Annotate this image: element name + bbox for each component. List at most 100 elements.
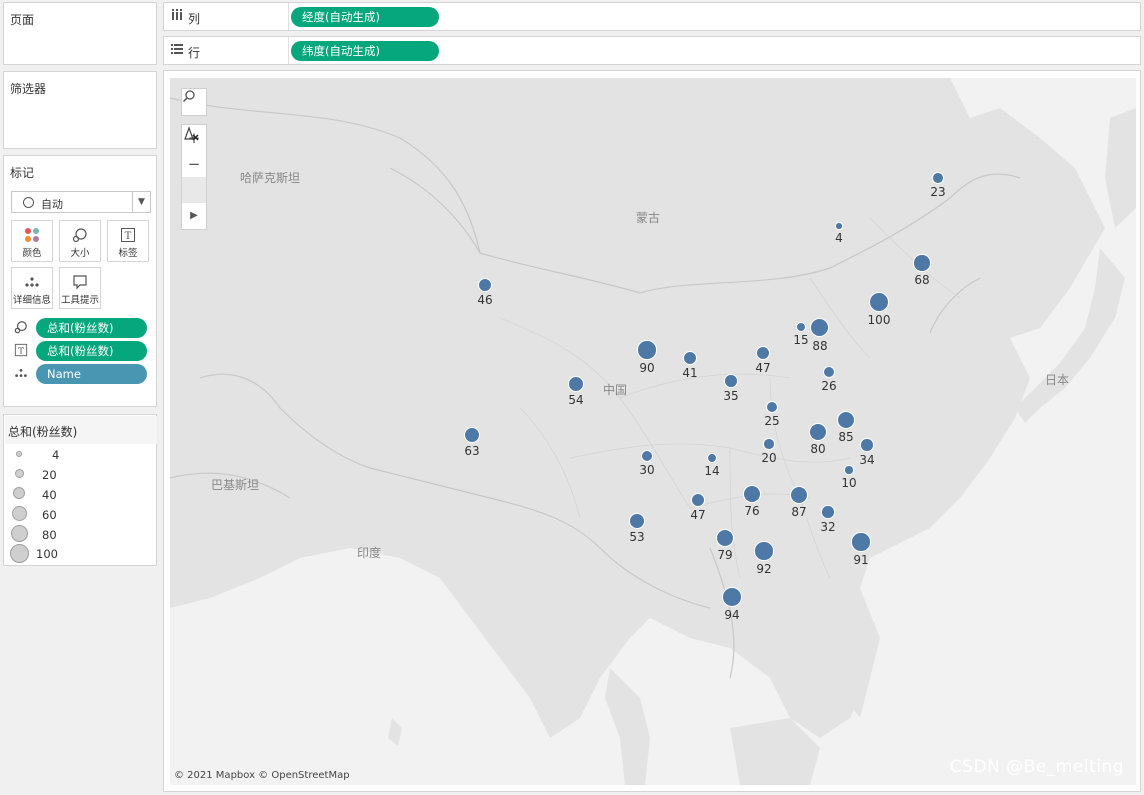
map-marker[interactable]	[869, 292, 889, 312]
marker-label: 26	[821, 379, 837, 394]
map-marker[interactable]	[707, 453, 717, 463]
longitude-pill[interactable]: 经度(自动生成)	[291, 7, 439, 27]
legend-value: 4	[52, 448, 60, 462]
expand-toolbar-icon[interactable]: ▶	[182, 203, 206, 229]
color-button[interactable]: 颜色	[11, 220, 53, 262]
reset-map-icon[interactable]	[182, 126, 206, 203]
columns-shelf[interactable]: 列 经度(自动生成)	[163, 2, 1141, 31]
marker-label: 90	[639, 360, 655, 375]
map-marker[interactable]	[754, 541, 774, 561]
text-label-icon: T	[13, 343, 29, 359]
marker-label: 10	[841, 475, 857, 490]
map-marker[interactable]	[851, 532, 871, 552]
map-marker[interactable]	[835, 222, 843, 230]
size-legend: 总和(粉丝数) 4 20 40 60 80 100	[3, 414, 157, 566]
legend-circle	[16, 451, 22, 457]
place-label: 日本	[1045, 373, 1070, 387]
mark-type-dropdown[interactable]: 自动 ▼	[11, 191, 151, 213]
size-field-pill[interactable]: 总和(粉丝数)	[36, 318, 147, 338]
map-marker[interactable]	[743, 485, 761, 503]
circle-icon	[23, 197, 34, 208]
map-zoom-controls[interactable]: + − ▶	[181, 124, 207, 230]
marker-label: 47	[690, 508, 706, 523]
legend-value: 100	[36, 547, 58, 561]
zoom-out-icon[interactable]: −	[182, 151, 206, 177]
marker-label: 87	[791, 505, 807, 520]
marker-label: 4	[835, 230, 843, 245]
tooltip-button[interactable]: 工具提示	[59, 267, 101, 309]
legend-value: 20	[42, 468, 57, 482]
rows-shelf-label: 行	[188, 46, 201, 60]
detail-button[interactable]: 详细信息	[11, 267, 53, 309]
marker-label: 32	[820, 519, 836, 534]
size-button[interactable]: 大小	[59, 220, 101, 262]
detail-button-label: 详细信息	[12, 295, 51, 306]
mark-field-label[interactable]: T 总和(粉丝数)	[11, 341, 151, 361]
legend-circle	[10, 544, 29, 563]
legend-title: 总和(粉丝数)	[8, 425, 78, 439]
map-marker[interactable]	[637, 340, 657, 360]
filters-title: 筛选器	[10, 82, 47, 96]
size-icon	[13, 320, 29, 336]
detail-field-pill[interactable]: Name	[36, 364, 147, 384]
label-button-label: 标签	[118, 248, 138, 259]
text-label-icon: T	[108, 221, 148, 245]
map-marker[interactable]	[629, 513, 645, 529]
detail-dots-icon	[13, 366, 29, 382]
filters-panel[interactable]: 筛选器	[3, 71, 157, 149]
label-field-pill[interactable]: 总和(粉丝数)	[36, 341, 147, 361]
map-marker[interactable]	[715, 528, 735, 548]
marker-label: 23	[930, 184, 946, 199]
label-button[interactable]: T 标签	[107, 220, 149, 262]
map-marker[interactable]	[822, 365, 836, 379]
marker-label: 14	[704, 463, 720, 478]
map-marker[interactable]	[932, 172, 944, 184]
map-marker[interactable]	[766, 401, 778, 413]
marker-label: 46	[477, 293, 493, 308]
tooltip-icon	[60, 268, 100, 292]
legend-circle	[15, 469, 24, 478]
map-marker[interactable]	[763, 438, 775, 450]
legend-item: 60	[8, 505, 148, 525]
latitude-pill[interactable]: 纬度(自动生成)	[291, 41, 439, 61]
mark-field-size[interactable]: 总和(粉丝数)	[11, 318, 151, 338]
legend-value: 80	[42, 528, 57, 542]
watermark: CSDN @Be_melting	[949, 757, 1124, 777]
svg-text:T: T	[18, 347, 24, 357]
rows-icon	[171, 43, 183, 58]
legend-item: 20	[8, 465, 148, 485]
color-button-label: 颜色	[22, 248, 42, 259]
pages-panel[interactable]: 页面	[3, 2, 157, 65]
marker-label: 68	[914, 272, 930, 287]
search-icon[interactable]	[182, 89, 206, 115]
map-marker[interactable]	[568, 376, 584, 392]
marker-label: 47	[755, 361, 771, 376]
chevron-down-icon: ▼	[132, 192, 150, 212]
map-marker[interactable]	[844, 465, 854, 475]
shelf-divider	[288, 3, 289, 30]
color-dots-icon	[12, 221, 52, 245]
marker-label: 54	[568, 392, 584, 407]
map-marker[interactable]	[913, 254, 931, 272]
rows-shelf[interactable]: 行 纬度(自动生成)	[163, 36, 1141, 65]
svg-text:T: T	[125, 231, 132, 242]
map-canvas[interactable]: 哈萨克斯坦 蒙古 中国 日本 巴基斯坦 印度 + − ▶ 23 4 68 100 46 1…	[170, 78, 1136, 785]
map-attribution: © 2021 Mapbox © OpenStreetMap	[174, 770, 350, 781]
place-label: 印度	[357, 546, 382, 560]
mark-field-detail[interactable]: Name	[11, 364, 151, 384]
marks-title: 标记	[10, 166, 35, 180]
legend-value: 60	[42, 508, 57, 522]
map-marker[interactable]	[724, 374, 738, 388]
map-marker[interactable]	[821, 505, 835, 519]
marks-panel: 标记 自动 ▼ 颜色 大小 T 标签 详细信息 工具提示 总和(粉丝数) T 总…	[3, 155, 157, 407]
marker-label: 63	[464, 444, 480, 459]
marker-label: 35	[723, 388, 739, 403]
detail-dots-icon	[12, 268, 52, 292]
marker-label: 92	[756, 561, 772, 576]
map-marker[interactable]	[860, 438, 874, 452]
legend-value: 40	[42, 488, 57, 502]
map-marker[interactable]	[722, 587, 742, 607]
map-search-control[interactable]	[181, 88, 207, 116]
map-view[interactable]: 哈萨克斯坦 蒙古 中国 日本 巴基斯坦 印度 + − ▶ 23 4 68 100 46 1…	[163, 70, 1141, 792]
marker-label: 34	[859, 452, 875, 467]
